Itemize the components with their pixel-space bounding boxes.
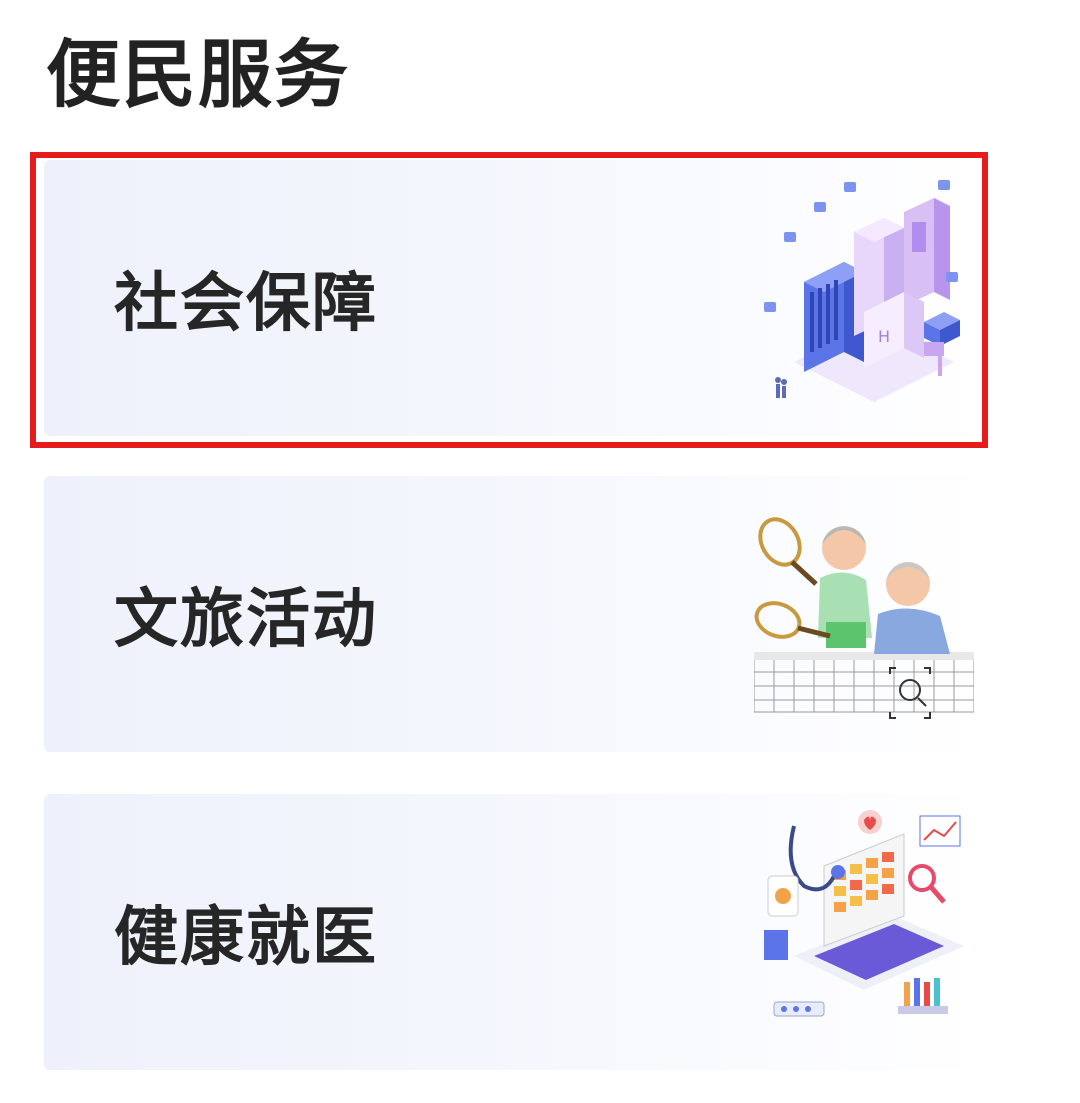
city-buildings-icon: H — [764, 180, 960, 402]
card-label: 社会保障 — [114, 267, 378, 341]
medical-laptop-icon — [764, 810, 964, 1017]
section-title: 便民服务 — [46, 32, 350, 118]
card-health-medical[interactable]: 健康就医 — [44, 794, 988, 1070]
card-social-security[interactable]: 社会保障 H — [44, 160, 988, 436]
card-label: 文旅活动 — [114, 583, 378, 657]
elderly-tennis-icon — [754, 517, 974, 719]
card-label: 健康就医 — [114, 901, 378, 975]
svg-text:H: H — [878, 327, 890, 346]
card-culture-tourism[interactable]: 文旅活动 — [44, 476, 988, 752]
